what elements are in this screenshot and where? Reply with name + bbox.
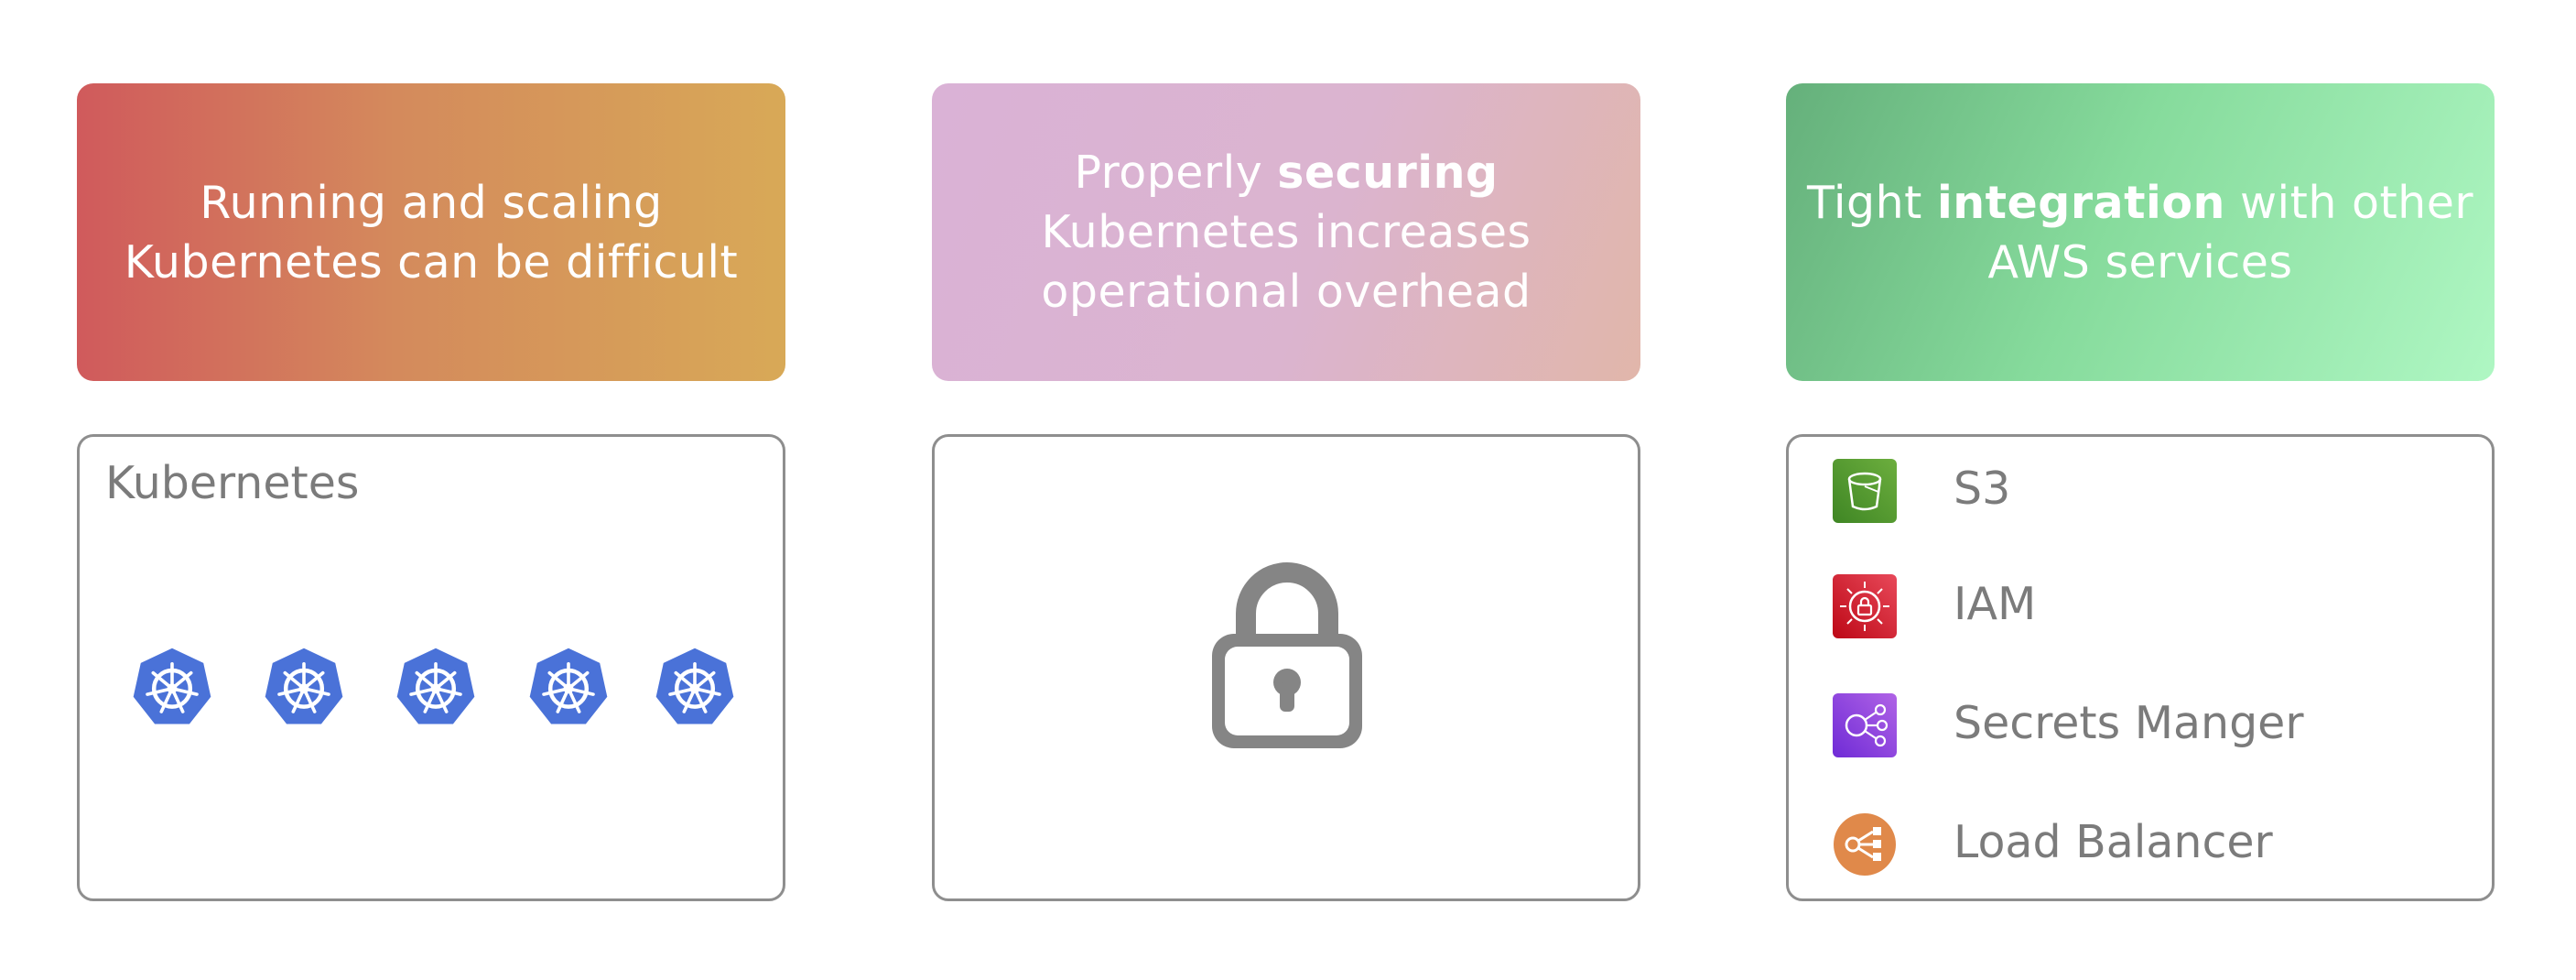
kubernetes-panel-title: Kubernetes xyxy=(105,457,360,509)
aws-services-panel: S3 IAM Secrets Manger Load Balancer xyxy=(1786,434,2495,901)
banner-security-overhead: Properly securing Kubernetes increases o… xyxy=(932,83,1640,381)
banner-security-text: Properly securing Kubernetes increases o… xyxy=(1041,143,1531,321)
banner-integration-line-1-pre: Tight xyxy=(1806,176,1937,229)
banner-scaling-line-1: Running and scaling xyxy=(200,176,663,229)
banner-security-line-1: Properly securing xyxy=(1041,143,1531,202)
kubernetes-icon xyxy=(529,648,608,724)
banner-security-line-1-pre: Properly xyxy=(1074,147,1278,199)
aws-service-secrets-manager-label: Secrets Manger xyxy=(1954,697,2304,749)
kubernetes-icon xyxy=(655,648,734,724)
banner-integration-line-2: AWS services xyxy=(1987,235,2293,289)
banner-scaling-line-2: Kubernetes can be difficult xyxy=(124,235,739,289)
banner-security-line-2: Kubernetes increases xyxy=(1041,206,1532,258)
banner-security-line-3: operational overhead xyxy=(1041,266,1532,318)
s3-bucket-icon xyxy=(1833,459,1897,523)
kubernetes-icon-row xyxy=(131,646,753,728)
banner-aws-integration: Tight integration with other AWS service… xyxy=(1786,83,2495,381)
banner-security-emphasis: securing xyxy=(1277,147,1499,199)
aws-service-iam: IAM xyxy=(1833,574,2455,640)
banner-scaling-text: Running and scaling Kubernetes can be di… xyxy=(124,173,739,292)
aws-service-s3: S3 xyxy=(1833,459,2455,525)
lock-icon xyxy=(1212,562,1362,748)
aws-service-load-balancer-label: Load Balancer xyxy=(1954,816,2273,868)
banner-integration-line-1: Tight integration with other xyxy=(1807,173,2473,233)
secrets-manager-icon xyxy=(1833,693,1897,757)
kubernetes-icon xyxy=(265,648,343,724)
aws-service-s3-label: S3 xyxy=(1954,463,2011,515)
aws-service-secrets-manager: Secrets Manger xyxy=(1833,693,2455,759)
banner-scaling-difficulty: Running and scaling Kubernetes can be di… xyxy=(77,83,785,381)
kubernetes-panel: Kubernetes xyxy=(77,434,785,901)
banner-integration-emphasis: integration xyxy=(1936,176,2225,229)
load-balancer-icon xyxy=(1834,813,1896,876)
aws-service-load-balancer: Load Balancer xyxy=(1833,812,2455,878)
aws-service-iam-label: IAM xyxy=(1954,578,2037,630)
banner-integration-line-1-post: with other xyxy=(2224,176,2474,229)
kubernetes-icon xyxy=(396,648,475,724)
kubernetes-icon xyxy=(133,648,211,724)
security-panel xyxy=(932,434,1640,901)
banner-integration-text: Tight integration with other AWS service… xyxy=(1807,173,2473,292)
iam-icon xyxy=(1833,574,1897,638)
